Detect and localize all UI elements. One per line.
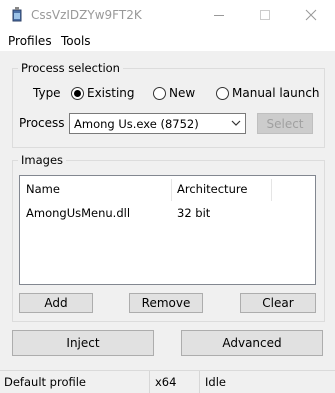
select-button[interactable]: Select [257,113,313,134]
process-selection-label: Process selection [18,61,123,75]
window-title: CssVzIDZYw9FT2K [31,8,142,22]
process-dropdown[interactable]: Among Us.exe (8752) [69,113,246,134]
remove-button[interactable]: Remove [129,293,203,313]
status-architecture: x64 [155,375,177,389]
syringe-app-icon [12,7,22,22]
images-label: Images [18,153,67,167]
row-architecture: 32 bit [177,206,211,220]
radio-existing-label[interactable]: Existing [87,86,135,100]
menu-tools[interactable]: Tools [61,34,91,48]
menu-bar: Profiles Tools [0,31,335,51]
minimize-button[interactable] [196,0,242,31]
row-name: AmongUsMenu.dll [26,206,131,220]
process-selection-group: Process selection [12,61,325,148]
close-button[interactable] [288,0,334,31]
radio-manual-launch-label[interactable]: Manual launch [232,86,320,100]
process-dropdown-value: Among Us.exe (8752) [74,117,199,131]
advanced-button[interactable]: Advanced [181,330,323,356]
column-divider [271,179,272,201]
type-label: Type [33,86,61,100]
status-state: Idle [205,375,226,389]
images-list[interactable]: Name Architecture AmongUsMenu.dll 32 bit [19,175,316,285]
column-header-name[interactable]: Name [26,182,60,196]
radio-manual-launch[interactable] [216,87,229,100]
inject-button[interactable]: Inject [12,330,154,356]
radio-new-label[interactable]: New [169,86,195,100]
radio-new[interactable] [153,87,166,100]
status-divider [149,371,150,393]
status-divider [199,371,200,393]
column-divider [171,179,172,201]
close-icon [305,9,317,21]
maximize-button[interactable] [242,0,288,31]
minimize-icon [214,15,224,16]
clear-button[interactable]: Clear [240,293,316,313]
status-bar: Default profile x64 Idle [0,370,335,393]
column-header-architecture[interactable]: Architecture [177,182,247,196]
title-bar: CssVzIDZYw9FT2K [0,0,335,31]
process-label: Process [19,116,65,130]
status-profile: Default profile [4,375,86,389]
radio-existing[interactable] [71,87,84,100]
chevron-down-icon [231,120,241,126]
maximize-icon [260,10,270,20]
menu-profiles[interactable]: Profiles [8,34,52,48]
add-button[interactable]: Add [19,293,93,313]
